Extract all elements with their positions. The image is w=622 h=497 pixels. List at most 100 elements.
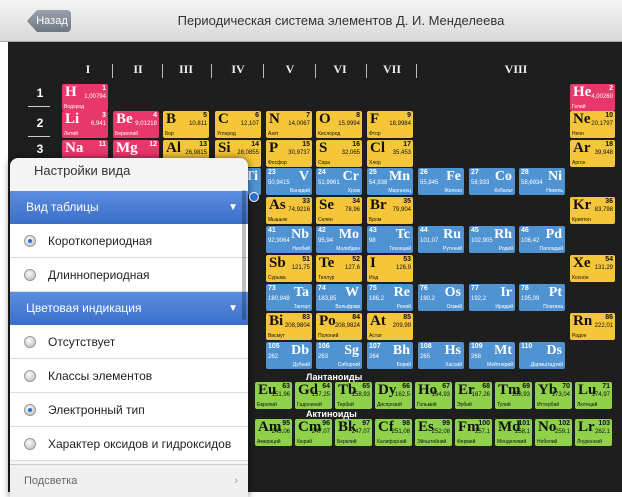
element-cell-ta[interactable]: Ta 73 180,948 Тантал	[266, 284, 312, 311]
element-cell-er[interactable]: Er 68 167,26 Эрбий	[455, 382, 492, 409]
element-cell-p[interactable]: P 15 30,9737 Фосфор	[266, 140, 312, 167]
atomic-number: 44	[420, 227, 428, 234]
element-cell-bh[interactable]: Bh 107 264 Борий	[367, 342, 413, 369]
element-symbol: Dy	[378, 382, 397, 398]
element-cell-at[interactable]: At 85 209,99 Астат	[367, 313, 413, 340]
element-cell-be[interactable]: Be 4 9,01218 Бериллий	[113, 111, 159, 138]
element-cell-pt[interactable]: Pt 78 195,09 Платина	[519, 284, 565, 311]
element-cell-mt[interactable]: Mt 109 268 Мейтнерий	[469, 342, 515, 369]
element-cell-rh[interactable]: Rh 45 102,905 Родий	[469, 226, 515, 253]
element-cell-te[interactable]: Te 52 127,6 Теллур	[316, 255, 362, 282]
element-cell-po[interactable]: Po 84 208,9824 Полоний	[316, 313, 362, 340]
element-cell-fm[interactable]: Fm 100 257,1 Фермий	[455, 419, 492, 446]
atomic-number: 53	[403, 256, 411, 263]
atomic-number: 66	[402, 383, 410, 390]
back-button[interactable]: Назад	[27, 10, 71, 32]
element-cell-md[interactable]: Md 101 258,1 Менделевий	[495, 419, 532, 446]
element-cell-i[interactable]: I 53 126,9 Иод	[367, 255, 413, 282]
option-label: Короткопериодная	[48, 234, 153, 248]
element-cell-rn[interactable]: Rn 86 222,01 Радон	[570, 313, 615, 340]
option-electron-type[interactable]: Электронный тип	[10, 393, 248, 427]
element-cell-mo[interactable]: Mo 42 95,94 Молибден	[316, 226, 362, 253]
element-cell-pd[interactable]: Pd 46 106,42 Палладий	[519, 226, 565, 253]
atomic-mass: 192,2	[471, 296, 487, 302]
color-mode-header[interactable]: Цветовая индикация ▼	[10, 292, 248, 325]
atomic-mass: 6,941	[90, 121, 106, 127]
highlight-row[interactable]: Подсветка ›	[10, 464, 248, 497]
element-cell-ir[interactable]: Ir 77 192,2 Иридий	[469, 284, 515, 311]
element-cell-f[interactable]: F 9 18,9984 Фтор	[367, 111, 413, 138]
element-cell-eu[interactable]: Eu 63 151,96 Европий	[255, 382, 292, 409]
element-cell-cf[interactable]: Cf 98 251,08 Калифорний	[375, 419, 412, 446]
table-view-header[interactable]: Вид таблицы ▼	[10, 191, 248, 224]
element-cell-ru[interactable]: Ru 44 101,07 Рутений	[418, 226, 464, 253]
element-symbol: Tc	[395, 227, 410, 242]
element-cell-ar[interactable]: Ar 18 39,948 Аргон	[570, 140, 615, 167]
option-label: Длиннопериодная	[48, 268, 150, 282]
scrollbar[interactable]	[242, 190, 246, 320]
element-cell-ne[interactable]: Ne 10 20,1797 Неон	[570, 111, 615, 138]
element-name: Аргон	[572, 160, 586, 166]
element-cell-nb[interactable]: Nb 41 92,9064 Ниобий	[266, 226, 312, 253]
element-cell-co[interactable]: Co 27 58,933 Кобальт	[469, 168, 515, 195]
element-cell-es[interactable]: Es 99 252,08 Эйнштейний	[415, 419, 452, 446]
option-element-classes[interactable]: Классы элементов	[10, 359, 248, 393]
atomic-number: 9	[407, 112, 411, 119]
atomic-number: 5	[203, 112, 207, 119]
element-cell-o[interactable]: O 8 15,9994 Кислород	[316, 111, 362, 138]
option-oxide-character[interactable]: Характер оксидов и гидроксидов	[10, 427, 248, 461]
element-cell-ho[interactable]: Ho 67 164,93 Гольмий	[415, 382, 452, 409]
option-long-period[interactable]: Длиннопериодная	[10, 258, 248, 292]
element-cell-bi[interactable]: Bi 83 208,9804 Висмут	[266, 313, 312, 340]
element-cell-xe[interactable]: Xe 54 131,29 Ксенон	[570, 255, 615, 282]
element-cell-re[interactable]: Re 75 186,2 Рений	[367, 284, 413, 311]
element-cell-lu[interactable]: Lu 71 174,97 Лютеций	[575, 382, 612, 409]
element-cell-tm[interactable]: Tm 69 168,93 Тулий	[495, 382, 532, 409]
element-cell-ds[interactable]: Ds 110 Дармштадтий	[519, 342, 565, 369]
element-cell-tc[interactable]: Tc 43 98 Технеций	[367, 226, 413, 253]
element-cell-w[interactable]: W 74 183,85 Вольфрам	[316, 284, 362, 311]
element-name: Литий	[64, 131, 78, 137]
option-none[interactable]: Отсутствует	[10, 325, 248, 359]
element-cell-s[interactable]: S 16 32,065 Сера	[316, 140, 362, 167]
element-cell-b[interactable]: B 5 10,811 Бор	[163, 111, 209, 138]
element-name: Тулий	[497, 402, 511, 408]
element-cell-tb[interactable]: Tb 65 158,93 Тербий	[335, 382, 372, 409]
element-cell-he[interactable]: He 2 4,00260 Гелий	[570, 84, 615, 111]
page-title: Периодическая система элементов Д. И. Ме…	[177, 13, 505, 28]
element-cell-h[interactable]: H 1 1,00794 Водород	[62, 84, 108, 111]
element-cell-kr[interactable]: Kr 36 83,798 Криптон	[570, 197, 615, 224]
element-cell-os[interactable]: Os 76 190,2 Осмий	[418, 284, 464, 311]
atomic-mass: 173,04	[551, 392, 570, 398]
element-cell-n[interactable]: N 7 14,0067 Азот	[266, 111, 312, 138]
element-cell-cm[interactable]: Cm 96 247,07 Кюрий	[295, 419, 332, 446]
element-cell-yb[interactable]: Yb 70 173,04 Иттербий	[535, 382, 572, 409]
element-symbol: Xe	[573, 255, 591, 271]
option-short-period[interactable]: Короткопериодная	[10, 224, 248, 258]
element-cell-sg[interactable]: Sg 106 263 Сиборгий	[316, 342, 362, 369]
element-cell-c[interactable]: C 6 12,107 Углерод	[215, 111, 261, 138]
element-cell-gd[interactable]: Gd 64 157,25 Гадолиний	[295, 382, 332, 409]
element-cell-mn[interactable]: Mn 25 54,938 Марганец	[367, 168, 413, 195]
element-cell-no[interactable]: No 102 259,1 Нобелий	[535, 419, 572, 446]
element-cell-bk[interactable]: Bk 97 247,07 Берклий	[335, 419, 372, 446]
element-cell-br[interactable]: Br 35 79,904 Бром	[367, 197, 413, 224]
atomic-mass: 39,948	[594, 150, 613, 156]
element-cell-lr[interactable]: Lr 103 262,1 Лоуренсий	[575, 419, 612, 446]
atomic-mass: 262,1	[594, 429, 610, 435]
element-name: Полоний	[318, 333, 339, 339]
element-cell-se[interactable]: Se 34 78,96 Селен	[316, 197, 362, 224]
element-cell-as[interactable]: As 33 74,9216 Мышьяк	[266, 197, 312, 224]
element-cell-ni[interactable]: Ni 28 58,6934 Никель	[519, 168, 565, 195]
atomic-number: 86	[605, 314, 613, 321]
element-cell-cr[interactable]: Cr 24 51,9961 Хром	[316, 168, 362, 195]
element-cell-li[interactable]: Li 3 6,941 Литий	[62, 111, 108, 138]
element-cell-db[interactable]: Db 105 262 Дубний	[266, 342, 312, 369]
element-cell-am[interactable]: Am 95 243,06 Америций	[255, 419, 292, 446]
element-cell-dy[interactable]: Dy 66 162,5 Диспрозий	[375, 382, 412, 409]
element-cell-hs[interactable]: Hs 108 265 Хассий	[418, 342, 464, 369]
element-cell-fe[interactable]: Fe 26 55,845 Железо	[418, 168, 464, 195]
element-cell-cl[interactable]: Cl 17 35,453 Хлор	[367, 140, 413, 167]
element-cell-sb[interactable]: Sb 51 121,75 Сурьма	[266, 255, 312, 282]
element-cell-v[interactable]: V 23 50,9415 Ванадий	[266, 168, 312, 195]
